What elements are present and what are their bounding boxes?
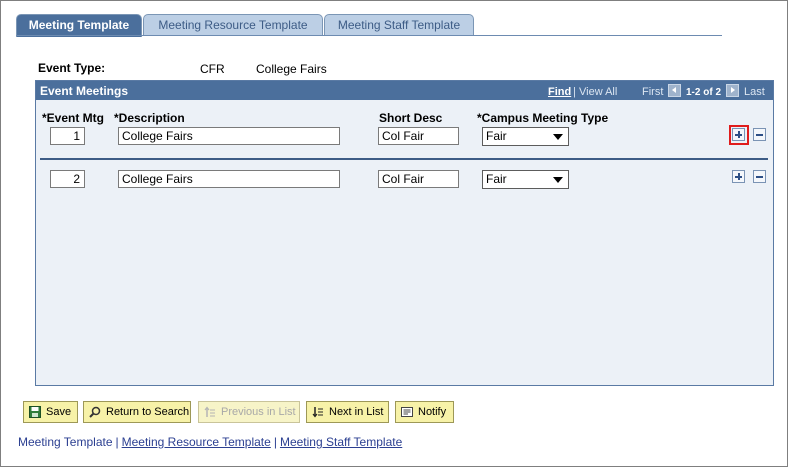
event-type-code: CFR xyxy=(200,62,225,76)
minus-icon xyxy=(756,176,763,178)
last-label: Last xyxy=(744,86,765,98)
description-input[interactable]: College Fairs xyxy=(118,170,340,188)
chevron-down-icon xyxy=(553,134,563,140)
footer-links: Meeting Template | Meeting Resource Templa… xyxy=(18,435,402,449)
col-header-campus-meeting-type: *Campus Meeting Type xyxy=(477,111,609,125)
meeting-type-value: Fair xyxy=(486,129,507,143)
delete-row-button[interactable] xyxy=(753,170,766,183)
grid-separator: | xyxy=(573,86,576,98)
highlight-box xyxy=(729,125,749,145)
return-to-search-label: Return to Search xyxy=(106,406,190,418)
link-separator: | xyxy=(115,435,119,449)
event-type-label: Event Type: xyxy=(38,61,106,75)
description-input[interactable]: College Fairs xyxy=(118,127,340,145)
page-frame: Meeting Template Meeting Resource Templa… xyxy=(0,0,788,467)
search-icon xyxy=(89,406,101,418)
notify-icon xyxy=(401,407,413,417)
tab-meeting-resource-template[interactable]: Meeting Resource Template xyxy=(143,14,323,36)
row-divider xyxy=(40,158,768,160)
notify-label: Notify xyxy=(418,406,447,418)
tab-underline xyxy=(16,35,722,36)
delete-row-button[interactable] xyxy=(753,128,766,141)
col-header-short-desc: Short Desc xyxy=(379,111,443,125)
first-label: First xyxy=(642,86,664,98)
col-header-description: *Description xyxy=(114,111,185,125)
link-meeting-resource-template[interactable]: Meeting Resource Template xyxy=(122,435,271,449)
next-in-list-label: Next in List xyxy=(329,406,384,418)
tab-meeting-template[interactable]: Meeting Template xyxy=(16,14,142,37)
event-mtg-input[interactable]: 2 xyxy=(50,170,85,188)
campus-meeting-type-select[interactable]: Fair xyxy=(482,170,569,189)
save-button[interactable]: Save xyxy=(23,401,78,423)
short-desc-input[interactable]: Col Fair xyxy=(378,170,459,188)
notify-button[interactable]: Notify xyxy=(395,401,454,423)
arrow-down-icon xyxy=(312,407,323,418)
previous-in-list-label: Previous in List xyxy=(221,406,296,418)
arrow-up-icon xyxy=(204,406,215,417)
next-row-icon xyxy=(726,84,739,97)
add-row-button[interactable] xyxy=(732,170,745,183)
col-header-event-mtg: *Event Mtg xyxy=(42,111,105,125)
row-range: 1-2 of 2 xyxy=(686,87,722,98)
event-meetings-grid: Event Meetings Find | View All First 1-2… xyxy=(35,80,774,386)
link-separator: | xyxy=(273,435,277,449)
campus-meeting-type-select[interactable]: Fair xyxy=(482,127,569,146)
link-meeting-template[interactable]: Meeting Template xyxy=(18,435,113,449)
grid-title: Event Meetings xyxy=(40,84,129,98)
grid-header: Event Meetings Find | View All First 1-2… xyxy=(36,81,773,100)
previous-in-list-button[interactable]: Previous in List xyxy=(198,401,300,423)
previous-row-icon xyxy=(668,84,681,97)
return-to-search-button[interactable]: Return to Search xyxy=(83,401,191,423)
save-icon xyxy=(29,406,41,418)
save-label: Save xyxy=(46,406,72,418)
tab-meeting-staff-template[interactable]: Meeting Staff Template xyxy=(324,14,474,36)
event-mtg-input[interactable]: 1 xyxy=(50,127,85,145)
find-link[interactable]: Find xyxy=(548,86,571,98)
short-desc-input[interactable]: Col Fair xyxy=(378,127,459,145)
minus-icon xyxy=(756,134,763,136)
view-all-link: View All xyxy=(579,86,618,98)
event-type-description: College Fairs xyxy=(256,62,327,76)
meeting-type-value: Fair xyxy=(486,172,507,186)
link-meeting-staff-template[interactable]: Meeting Staff Template xyxy=(280,435,402,449)
chevron-down-icon xyxy=(553,177,563,183)
next-in-list-button[interactable]: Next in List xyxy=(306,401,389,423)
